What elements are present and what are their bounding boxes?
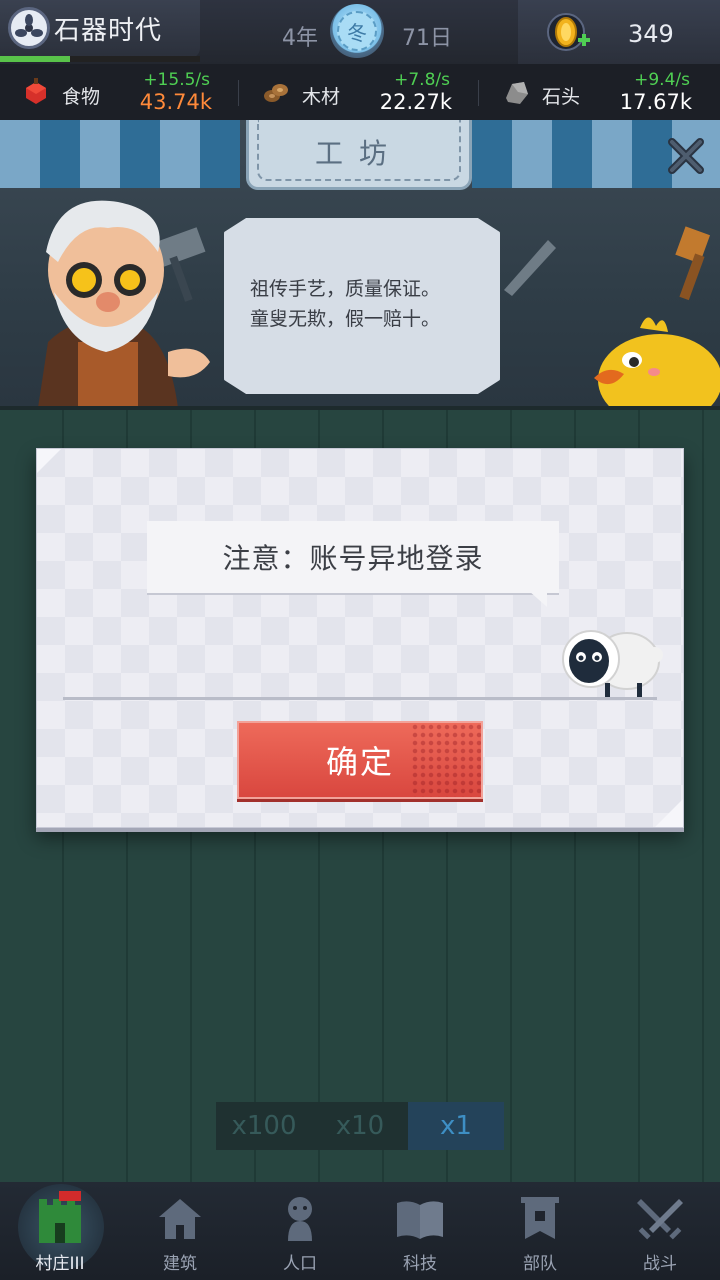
resource-value: 22.27k — [379, 90, 452, 114]
top-status-bar: 石器时代 4年 冬 71日 349 — [0, 0, 720, 64]
workshop-title: 工坊 — [246, 120, 472, 190]
nav-label: 人口 — [283, 1254, 317, 1274]
resource-value: 17.67k — [619, 90, 692, 114]
dialog-divider — [63, 697, 657, 700]
confirm-button[interactable]: 确定 — [237, 721, 483, 799]
nav-label: 科技 — [403, 1254, 437, 1274]
divider — [478, 80, 479, 106]
resource-bar: 食物 +15.5/s 43.74k 木材 +7.8/s 22.27k 石头 +9… — [0, 64, 720, 120]
resource-value: 43.74k — [139, 90, 212, 114]
resource-rate: +9.4/s — [634, 70, 690, 90]
era-panel[interactable]: 石器时代 — [0, 0, 200, 62]
person-icon — [288, 1197, 312, 1241]
gold-coin-add-icon[interactable] — [546, 10, 592, 56]
bottom-nav: 村庄III 建筑 人口 科技 部队 战斗 — [0, 1182, 720, 1280]
era-progress-bar — [0, 56, 200, 62]
divider — [238, 80, 239, 106]
nav-label: 村庄III — [35, 1254, 85, 1274]
era-progress-fill — [0, 56, 70, 62]
date-year: 4年 — [282, 26, 318, 51]
nav-label: 建筑 — [163, 1254, 197, 1274]
confirm-label: 确定 — [325, 743, 394, 781]
stone-icon — [506, 82, 528, 104]
multiplier-x100[interactable]: x100 — [216, 1102, 312, 1150]
resource-rate: +7.8/s — [394, 70, 450, 90]
nav-technology[interactable]: 科技 — [360, 1182, 480, 1280]
multiplier-x10[interactable]: x10 — [312, 1102, 408, 1150]
swords-icon — [637, 1199, 683, 1240]
chicken-character — [594, 317, 720, 408]
meat-icon — [26, 78, 46, 104]
saw-icon — [504, 240, 556, 296]
era-title: 石器时代 — [54, 16, 163, 46]
blacksmith-character — [38, 200, 210, 408]
resource-stone[interactable]: 石头 +9.4/s 17.67k — [480, 64, 720, 120]
resource-name: 木材 — [302, 86, 341, 108]
resource-food[interactable]: 食物 +15.5/s 43.74k — [0, 64, 240, 120]
currency-count: 349 — [628, 20, 674, 48]
close-icon[interactable] — [666, 136, 706, 176]
nav-battle[interactable]: 战斗 — [600, 1182, 720, 1280]
sheep-icon — [562, 630, 663, 699]
nav-label: 战斗 — [643, 1254, 677, 1274]
era-icon — [8, 7, 50, 49]
speech-line-2: 童叟无欺，假一赔十。 — [250, 308, 441, 330]
speech-text: 祖传手艺，质量保证。 童叟无欺，假一赔十。 — [250, 274, 480, 334]
book-icon — [397, 1201, 443, 1239]
season-badge: 冬 — [330, 4, 384, 58]
resource-rate: +15.5/s — [143, 70, 210, 90]
speech-line-1: 祖传手艺，质量保证。 — [250, 278, 441, 300]
corner-fold-tl — [37, 449, 61, 473]
workshop-scene: 工坊 祖传手艺，质量保证。 童叟无欺，假一赔十。 — [0, 120, 720, 410]
house-icon — [159, 1199, 201, 1239]
resource-name: 石头 — [542, 86, 581, 108]
nav-population[interactable]: 人口 — [240, 1182, 360, 1280]
speech-bubble: 祖传手艺，质量保证。 童叟无欺，假一赔十。 — [224, 218, 500, 394]
banner-icon — [521, 1197, 559, 1239]
multiplier-x1[interactable]: x1 — [408, 1102, 504, 1150]
resource-wood[interactable]: 木材 +7.8/s 22.27k — [240, 64, 480, 120]
season-label: 冬 — [337, 11, 377, 51]
nav-troops[interactable]: 部队 — [480, 1182, 600, 1280]
quantity-multiplier: x100 x10 x1 — [216, 1102, 504, 1150]
nav-buildings[interactable]: 建筑 — [120, 1182, 240, 1280]
notice-tail — [529, 591, 547, 607]
login-warning-dialog: 注意：账号异地登录 确定 — [36, 448, 684, 828]
nav-village[interactable]: 村庄III — [0, 1182, 120, 1280]
wood-icon — [264, 84, 288, 102]
close-button[interactable] — [664, 134, 708, 178]
nav-label: 部队 — [523, 1254, 557, 1274]
castle-icon — [39, 1191, 81, 1243]
resource-name: 食物 — [62, 86, 101, 108]
currency-panel[interactable]: 349 — [518, 0, 720, 64]
brush-icon — [675, 226, 711, 301]
notice-message: 注意：账号异地登录 — [147, 521, 559, 593]
date-day: 71日 — [402, 26, 452, 51]
corner-fold-br — [655, 799, 683, 827]
